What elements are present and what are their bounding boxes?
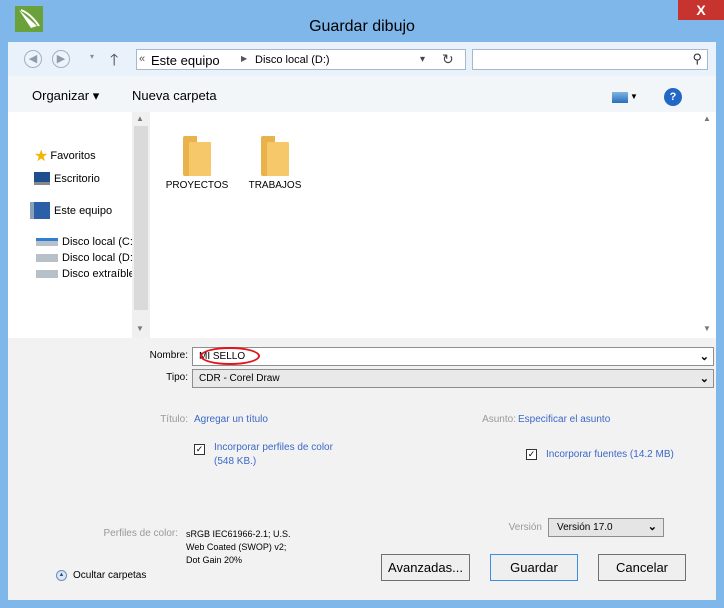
help-icon[interactable]: ?	[664, 88, 682, 106]
view-options-icon[interactable]	[612, 92, 628, 103]
chevron-up-icon: ▲	[56, 570, 67, 581]
color-profiles-value: sRGB IEC61966-2.1; U.S. Web Coated (SWOP…	[186, 528, 291, 567]
embed-color-profiles-size: (548 KB.)	[214, 456, 257, 467]
sidebar-item-label: Escritorio	[54, 172, 100, 185]
folder-item[interactable]: PROYECTOS	[162, 136, 232, 191]
sidebar-item-label: Favoritos	[50, 150, 96, 162]
navigation-bar: ◀ ▶ ▾ 🡑 « Este equipo ▶ Disco local (D:)…	[8, 42, 716, 76]
sidebar-item-label: Disco local (C:)	[62, 236, 137, 248]
sidebar-item-disco-d[interactable]: Disco local (D:)	[36, 252, 137, 264]
chevron-down-icon[interactable]: ⌄	[700, 350, 709, 363]
add-title-link[interactable]: Agregar un título	[194, 414, 268, 425]
advanced-button[interactable]: Avanzadas...	[381, 554, 470, 581]
back-icon[interactable]: ◀	[24, 50, 42, 68]
title-bar[interactable]: Guardar dibujo X	[0, 0, 724, 42]
close-button[interactable]: X	[678, 0, 724, 20]
organize-menu[interactable]: Organizar ▾	[32, 88, 99, 104]
refresh-icon[interactable]: ↻	[442, 51, 454, 68]
scroll-up-icon[interactable]: ▲	[136, 114, 144, 123]
folder-icon	[261, 136, 289, 176]
folder-name: PROYECTOS	[165, 180, 229, 191]
title-label: Título:	[160, 414, 188, 425]
version-label: Versión	[508, 522, 542, 533]
toolbar: Organizar ▾ Nueva carpeta ▼ ?	[8, 76, 716, 112]
breadcrumb-este-equipo[interactable]: Este equipo	[151, 53, 220, 68]
folder-name: TRABAJOS	[248, 180, 302, 191]
name-label: Nombre:	[149, 350, 188, 361]
sidebar-item-disco-c[interactable]: Disco local (C:)	[36, 236, 137, 248]
hide-folders-label: Ocultar carpetas	[73, 570, 147, 581]
file-type-value: CDR - Corel Draw	[199, 373, 280, 384]
embed-fonts-label: Incorporar fuentes (14.2 MB)	[546, 449, 674, 460]
save-options: Nombre: MI SELLO ⌄ Tipo: CDR - Corel Dra…	[8, 338, 716, 600]
version-value: Versión 17.0	[557, 522, 613, 533]
folder-item[interactable]: TRABAJOS	[240, 136, 310, 191]
file-list: PROYECTOS TRABAJOS	[150, 112, 700, 338]
drive-icon	[36, 270, 58, 278]
color-profiles-label: Perfiles de color:	[103, 528, 178, 539]
color-profile-line: sRGB IEC61966-2.1; U.S.	[186, 529, 291, 539]
dialog-body: ◀ ▶ ▾ 🡑 « Este equipo ▶ Disco local (D:)…	[8, 42, 716, 600]
address-dropdown-icon[interactable]: ▾	[420, 54, 425, 65]
drive-icon	[36, 254, 58, 262]
subject-label: Asunto:	[482, 414, 516, 425]
sidebar-item-disco-extraible[interactable]: Disco extraíble	[36, 268, 135, 280]
breadcrumb-separator-icon[interactable]: ▶	[241, 54, 247, 63]
history-dropdown-icon[interactable]: ▾	[90, 52, 94, 61]
sidebar-item-label: Este equipo	[54, 204, 113, 217]
window-title: Guardar dibujo	[309, 18, 415, 35]
highlight-ellipse	[200, 347, 260, 365]
sidebar-item-label: Disco extraíble	[62, 268, 135, 280]
sidebar-item-este-equipo[interactable]: Este equipo	[30, 202, 112, 219]
address-bar[interactable]: « Este equipo ▶ Disco local (D:) ▾ ↻	[136, 49, 466, 70]
file-type-select[interactable]: CDR - Corel Draw ⌄	[192, 369, 714, 388]
drive-icon	[36, 238, 58, 246]
star-icon: ★	[34, 148, 49, 165]
up-arrow-icon[interactable]: 🡑	[110, 49, 118, 76]
folder-icon	[183, 136, 211, 176]
embed-color-profiles-checkbox[interactable]: ✓	[194, 444, 205, 455]
chevron-down-icon[interactable]: ⌄	[700, 372, 709, 385]
search-input[interactable]: ⚲	[472, 49, 708, 70]
view-dropdown-icon[interactable]: ▼	[630, 92, 638, 101]
filename-input[interactable]: MI SELLO ⌄	[192, 347, 714, 366]
search-icon[interactable]: ⚲	[692, 51, 702, 67]
navigation-pane: ★ Favoritos Escritorio Este equipo Disco…	[8, 112, 150, 338]
new-folder-button[interactable]: Nueva carpeta	[132, 88, 217, 103]
forward-icon[interactable]: ▶	[52, 50, 70, 68]
desktop-icon	[34, 172, 50, 185]
specify-subject-link[interactable]: Especificar el asunto	[518, 414, 610, 425]
cancel-button[interactable]: Cancelar	[598, 554, 686, 581]
hide-folders-toggle[interactable]: ▲ Ocultar carpetas	[56, 570, 146, 581]
scrollbar-thumb[interactable]	[134, 126, 148, 310]
scroll-down-icon[interactable]: ▼	[136, 324, 144, 333]
breadcrumb-prefix[interactable]: «	[139, 53, 145, 65]
computer-icon	[30, 202, 50, 219]
save-button[interactable]: Guardar	[490, 554, 578, 581]
type-label: Tipo:	[166, 372, 188, 383]
embed-fonts-checkbox[interactable]: ✓	[526, 449, 537, 460]
embed-color-profiles-label: Incorporar perfiles de color	[214, 442, 333, 453]
chevron-down-icon[interactable]: ⌄	[648, 520, 657, 533]
breadcrumb-disco-d[interactable]: Disco local (D:)	[255, 54, 330, 66]
sidebar-item-escritorio[interactable]: Escritorio	[34, 172, 100, 185]
scroll-up-icon[interactable]: ▲	[703, 114, 711, 123]
version-select[interactable]: Versión 17.0 ⌄	[548, 518, 664, 537]
file-scrollbar[interactable]: ▲ ▼	[700, 112, 716, 338]
color-profile-line: Dot Gain 20%	[186, 555, 243, 565]
navigation-scrollbar[interactable]: ▲ ▼	[132, 112, 150, 338]
scroll-down-icon[interactable]: ▼	[703, 324, 711, 333]
sidebar-item-favoritos[interactable]: ★ Favoritos	[34, 146, 96, 166]
sidebar-item-label: Disco local (D:)	[62, 252, 137, 264]
color-profile-line: Web Coated (SWOP) v2;	[186, 542, 287, 552]
